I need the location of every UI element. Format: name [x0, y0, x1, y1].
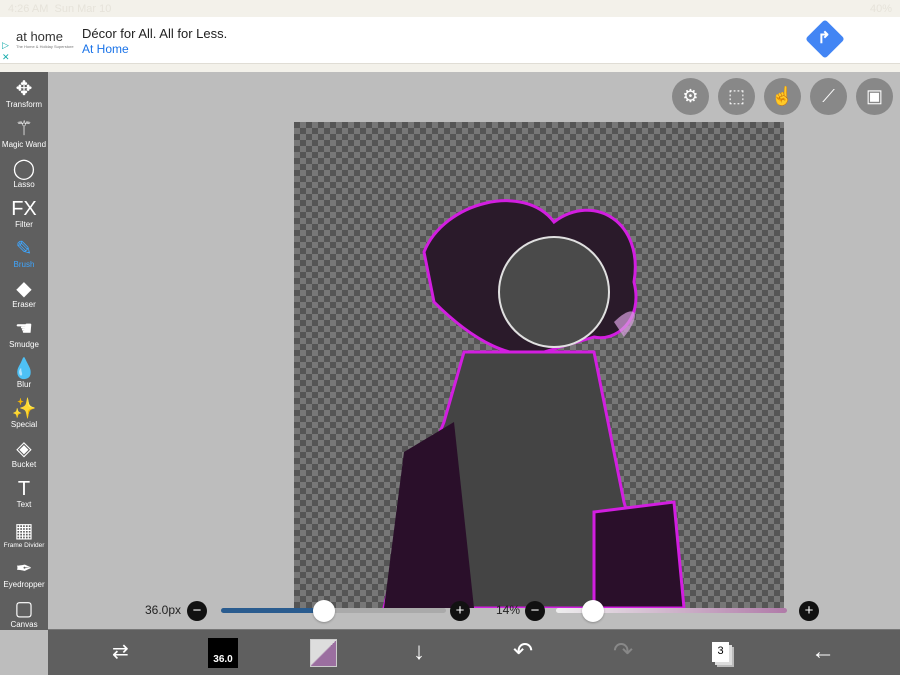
tool-label: Frame Divider — [3, 542, 45, 549]
layers-button[interactable]: 3 — [712, 642, 729, 662]
tool-filter[interactable]: FX Filter — [0, 192, 48, 232]
opacity-slider-handle[interactable] — [582, 600, 604, 622]
tool-label: Bucket — [11, 460, 37, 469]
selection-button[interactable]: ⬚ — [718, 78, 755, 115]
top-toolbar: ⚙ ⬚ ☝ ⟋ ▣ — [672, 78, 893, 115]
tool-label: Lasso — [13, 180, 35, 189]
ad-logo: at home The Home & Holiday Superstore — [16, 29, 74, 49]
status-bar: 4:26 AM Sun Mar 10 40% — [0, 0, 900, 17]
bucket-icon: ◈ — [16, 438, 32, 460]
tool-label: Eraser — [12, 300, 36, 309]
drawing-canvas[interactable] — [294, 122, 784, 608]
tool-brush[interactable]: ✎ Brush — [0, 232, 48, 272]
tool-label: Transform — [5, 100, 43, 109]
tool-eraser[interactable]: ◆ Eraser — [0, 272, 48, 312]
tool-smudge[interactable]: ☚ Smudge — [0, 312, 48, 352]
download-icon[interactable]: ↓ — [413, 638, 425, 666]
eraser-icon: ◆ — [16, 278, 32, 300]
smudge-icon: ☚ — [15, 318, 33, 340]
tool-blur[interactable]: 💧 Blur — [0, 352, 48, 392]
ad-title[interactable]: Décor for All. All for Less. — [82, 26, 227, 41]
image-button[interactable]: ▣ — [856, 78, 893, 115]
size-slider-handle[interactable] — [313, 600, 335, 622]
move-icon: ✥ — [15, 78, 33, 100]
frame-divider-icon: ▦ — [14, 520, 34, 542]
fx-icon: FX — [11, 198, 37, 220]
eyedropper-icon: ✒ — [15, 558, 33, 580]
tool-label: Text — [16, 500, 32, 509]
tool-label: Blur — [16, 380, 32, 389]
size-decrease-button[interactable]: − — [187, 601, 207, 621]
tool-eyedropper[interactable]: ✒ Eyedropper — [0, 552, 48, 592]
brush-settings-button[interactable]: 36.0 — [208, 638, 238, 668]
magic-wand-icon: ⚚ — [15, 118, 33, 140]
blur-icon: 💧 — [11, 358, 37, 380]
swap-brush-eraser-icon[interactable]: ⇄ — [112, 638, 129, 666]
tool-bucket[interactable]: ◈ Bucket — [0, 432, 48, 472]
tool-label: Magic Wand — [1, 140, 47, 149]
ad-advertiser[interactable]: At Home — [82, 42, 129, 56]
bottom-toolbar: ⇄ 36.0 ↓ ↶ ↷ 3 ← — [48, 629, 900, 675]
text-icon: T — [17, 478, 31, 500]
ad-choices-icon[interactable]: ▷ ✕ — [2, 39, 10, 63]
status-date: Sun Mar 10 — [54, 3, 112, 15]
toggle-settings-button[interactable]: ⚙ — [672, 78, 709, 115]
tool-sidebar: ✥ Transform ⚚ Magic Wand ◯ Lasso FX Filter ✎ Brus… — [0, 72, 48, 630]
hand-button[interactable]: ☝ — [764, 78, 801, 115]
color-swatch-button[interactable] — [310, 639, 337, 667]
artwork — [382, 199, 686, 608]
tool-label: Eyedropper — [3, 580, 45, 589]
opacity-label: 14% — [496, 603, 521, 617]
tool-label: Special — [10, 420, 38, 429]
tool-label: Filter — [15, 220, 33, 229]
undo-icon[interactable]: ↶ — [513, 638, 533, 666]
battery-level: 40% — [869, 3, 892, 15]
ruler-button[interactable]: ⟋ — [810, 78, 847, 115]
brush-sliders: 36.0px − + 14% − + — [0, 598, 900, 624]
lasso-icon: ◯ — [12, 158, 36, 180]
brush-icon: ✎ — [15, 238, 33, 260]
tool-transform[interactable]: ✥ Transform — [0, 72, 48, 112]
special-icon: ✨ — [11, 398, 37, 420]
tool-magic-wand[interactable]: ⚚ Magic Wand — [0, 112, 48, 152]
ad-directions-button[interactable]: ↱ — [805, 19, 845, 59]
redo-icon[interactable]: ↷ — [613, 638, 633, 666]
brush-size-label: 36.0px — [145, 603, 182, 617]
status-time: 4:26 AM — [8, 3, 49, 15]
tool-special[interactable]: ✨ Special — [0, 392, 48, 432]
tool-text[interactable]: T Text — [0, 472, 48, 512]
back-arrow-icon[interactable]: ← — [811, 638, 835, 666]
tool-label: Smudge — [9, 340, 39, 349]
tool-frame-divider[interactable]: ▦ Frame Divider — [0, 512, 48, 552]
opacity-decrease-button[interactable]: − — [525, 601, 545, 621]
size-increase-button[interactable]: + — [450, 601, 470, 621]
tool-lasso[interactable]: ◯ Lasso — [0, 152, 48, 192]
opacity-increase-button[interactable]: + — [799, 601, 819, 621]
ad-banner[interactable]: ▷ ✕ at home The Home & Holiday Superstore … — [0, 17, 900, 64]
turn-right-icon: ↱ — [817, 30, 831, 48]
tool-label: Brush — [13, 260, 35, 269]
